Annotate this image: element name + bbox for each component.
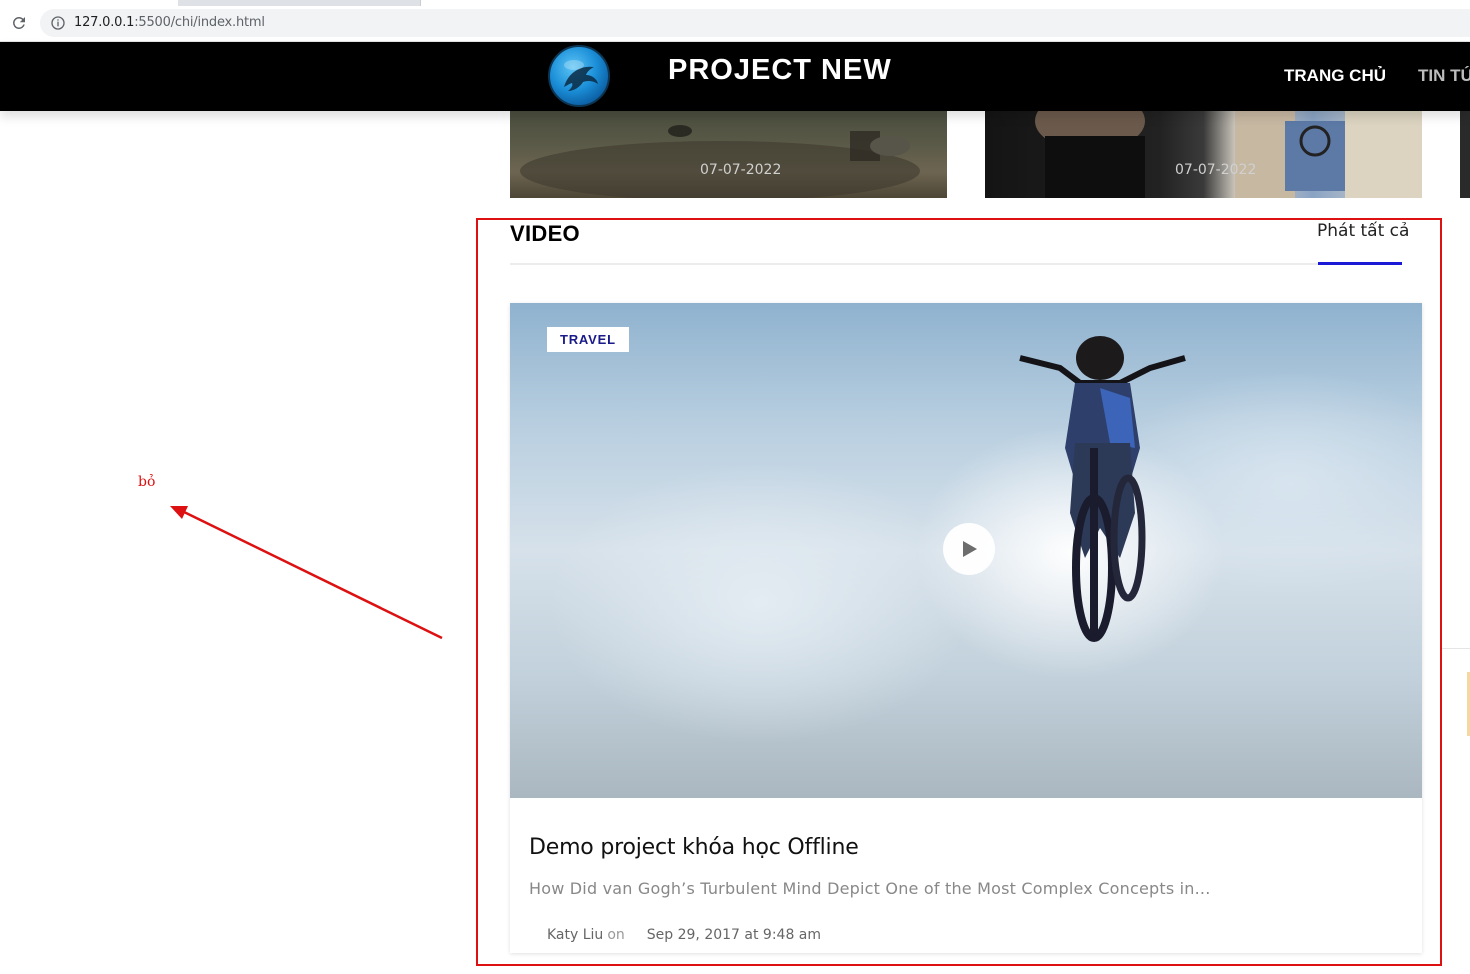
annotation-note: bỏ <box>138 474 156 490</box>
video-card[interactable]: TRAVEL Demo project khóa học Offline How… <box>510 303 1422 953</box>
author-link[interactable]: Katy Liu <box>547 927 603 943</box>
news-thumbnail[interactable]: 07-07-2022 <box>985 111 1422 198</box>
url-text: 127.0.0.1:5500/chi/index.html <box>74 15 265 30</box>
bmx-rider-image <box>1019 336 1186 642</box>
play-all-underline <box>1318 262 1402 265</box>
annotation-arrow-icon <box>170 506 443 640</box>
browser-address-bar: 127.0.0.1:5500/chi/index.html <box>0 6 1470 42</box>
play-all-link[interactable]: Phát tất cả <box>1317 221 1409 241</box>
divider <box>1442 648 1470 649</box>
thumbnail-image <box>1035 111 1422 198</box>
site-info-icon[interactable] <box>50 15 66 31</box>
video-title[interactable]: Demo project khóa học Offline <box>529 835 859 860</box>
thumbnail-date: 07-07-2022 <box>700 162 782 178</box>
reload-icon[interactable] <box>10 14 28 32</box>
news-thumbnail[interactable] <box>1460 111 1470 198</box>
thumbnail-image <box>520 125 920 198</box>
play-button[interactable] <box>943 523 995 575</box>
video-section-heading: VIDEO <box>510 221 580 246</box>
nav-item-news[interactable]: TIN TỨ <box>1418 66 1470 86</box>
url-path: :5500/chi/index.html <box>134 15 265 30</box>
category-badge[interactable]: TRAVEL <box>547 327 629 352</box>
video-excerpt: How Did van Gogh’s Turbulent Mind Depict… <box>529 879 1211 898</box>
video-meta: Katy Liu on Sep 29, 2017 at 9:48 am <box>547 927 821 943</box>
play-icon <box>963 541 977 557</box>
site-header: PROJECT NEW TRANG CHỦ TIN TỨ <box>0 42 1470 111</box>
thumbnail-date: 07-07-2022 <box>1175 162 1257 178</box>
section-divider <box>510 263 1402 265</box>
nav-item-home[interactable]: TRANG CHỦ <box>1284 66 1386 86</box>
site-title[interactable]: PROJECT NEW <box>668 54 892 87</box>
post-date: Sep 29, 2017 at 9:48 am <box>646 927 822 943</box>
url-field[interactable]: 127.0.0.1:5500/chi/index.html <box>40 9 1470 37</box>
url-host: 127.0.0.1 <box>74 15 135 30</box>
video-thumbnail[interactable]: TRAVEL <box>510 303 1422 798</box>
meta-on-text: on <box>607 927 625 943</box>
news-thumbnail[interactable]: 07-07-2022 <box>510 111 947 198</box>
dolphin-logo-icon[interactable] <box>548 45 610 107</box>
